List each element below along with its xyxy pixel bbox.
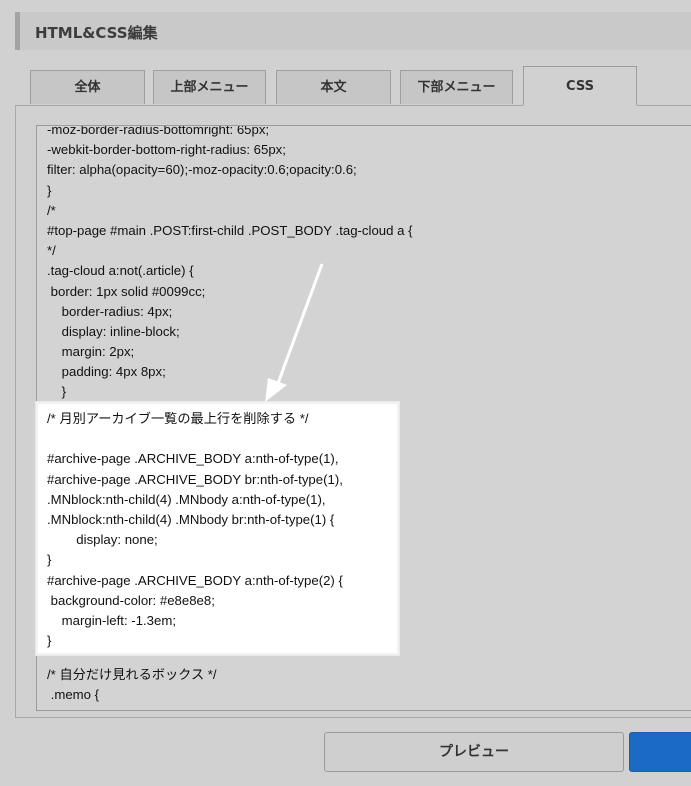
section-header: HTML&CSS編集 xyxy=(15,12,691,50)
tab-bottom-menu[interactable]: 下部メニュー xyxy=(400,70,513,104)
highlighted-code-line: } xyxy=(47,633,52,649)
highlighted-code-line: .MNblock:nth-child(4) .MNbody a:nth-of-t… xyxy=(47,491,326,507)
section-title: HTML&CSS編集 xyxy=(35,24,158,42)
code-line: filter: alpha(opacity=60);-moz-opacity:0… xyxy=(47,162,357,178)
code-line: } xyxy=(47,182,52,198)
code-line: margin: 2px; xyxy=(47,344,135,360)
highlighted-code-text: /* 月別アーカイブ一覧の最上行を削除する */ #archive-page .A… xyxy=(47,409,343,651)
highlighted-code-line: background-color: #e8e8e8; xyxy=(47,592,215,608)
primary-action-button[interactable] xyxy=(629,732,691,772)
highlighted-code-line: } xyxy=(47,552,52,568)
highlighted-code-snippet: /* 月別アーカイブ一覧の最上行を削除する */ #archive-page .A… xyxy=(36,402,399,655)
code-line: } xyxy=(47,384,67,400)
highlighted-code-line xyxy=(47,429,343,449)
highlighted-code-line: #archive-page .ARCHIVE_BODY a:nth-of-typ… xyxy=(47,451,339,467)
code-line: padding: 4px 8px; xyxy=(47,364,166,380)
code-line: display: inline-block; xyxy=(47,323,180,339)
code-line: */ xyxy=(47,243,56,259)
code-line: -webkit-border-bottom-right-radius: 65px… xyxy=(47,142,286,158)
code-line: /* xyxy=(47,202,56,218)
tab-top-menu[interactable]: 上部メニュー xyxy=(153,70,266,104)
tab-all[interactable]: 全体 xyxy=(30,70,145,104)
highlighted-code-line: .MNblock:nth-child(4) .MNbody br:nth-of-… xyxy=(47,511,335,527)
tab-css[interactable]: CSS xyxy=(523,66,637,106)
highlighted-code-line: #archive-page .ARCHIVE_BODY br:nth-of-ty… xyxy=(47,471,343,487)
highlighted-code-line: #archive-page .ARCHIVE_BODY a:nth-of-typ… xyxy=(47,572,343,588)
code-line: /* 自分だけ見れるボックス */ xyxy=(47,667,217,683)
code-line: border-radius: 4px; xyxy=(47,303,173,319)
highlighted-code-line: margin-left: -1.3em; xyxy=(47,612,176,628)
highlighted-code-line: /* 月別アーカイブ一覧の最上行を削除する */ xyxy=(47,411,309,426)
code-line: .tag-cloud a:not(.article) { xyxy=(47,263,194,279)
code-line: -moz-border-radius-bottomright: 65px; xyxy=(47,125,270,137)
code-line: .memo { xyxy=(47,687,100,703)
code-line: #top-page #main .POST:first-child .POST_… xyxy=(47,222,413,238)
code-line: border: 1px solid #0099cc; xyxy=(47,283,206,299)
tab-body[interactable]: 本文 xyxy=(276,70,391,104)
highlighted-code-line: display: none; xyxy=(47,532,158,548)
preview-button[interactable]: プレビュー xyxy=(324,732,624,772)
